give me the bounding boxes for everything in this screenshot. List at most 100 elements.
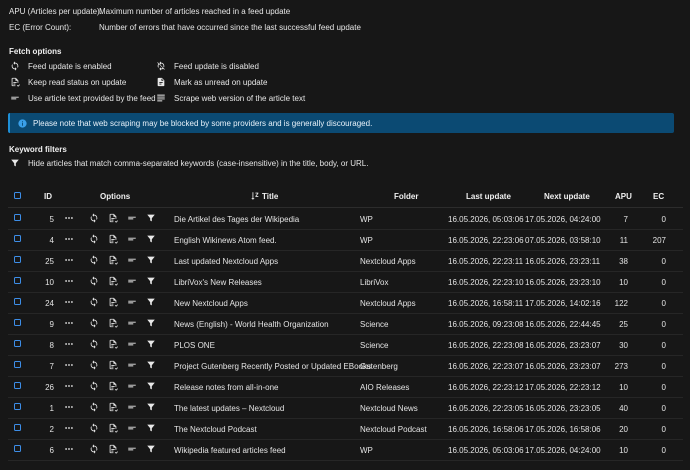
file-check-icon[interactable]	[108, 276, 118, 286]
row-checkbox[interactable]	[14, 340, 21, 347]
cell-title[interactable]: English Wikinews Atom feed.	[174, 236, 277, 245]
short-text-icon[interactable]	[127, 360, 137, 370]
short-text-icon[interactable]	[127, 318, 137, 328]
file-check-icon[interactable]	[108, 381, 118, 391]
row-checkbox[interactable]	[14, 298, 21, 305]
more-options-icon[interactable]	[64, 318, 74, 328]
table-row[interactable]: 8 PLOS ONE Science 16.05.2026, 22:23:08 16.0…	[8, 334, 683, 356]
row-checkbox[interactable]	[14, 403, 21, 410]
filter-icon[interactable]	[146, 255, 156, 265]
header-apu[interactable]: APU	[615, 192, 632, 201]
sync-icon[interactable]	[89, 402, 99, 412]
more-options-icon[interactable]	[64, 381, 74, 391]
more-options-icon[interactable]	[64, 234, 74, 244]
sync-icon[interactable]	[89, 318, 99, 328]
filter-icon[interactable]	[146, 360, 156, 370]
table-row[interactable]: 7 Project Gutenberg Recently Posted or Up…	[8, 355, 683, 377]
sort-alpha-icon[interactable]	[250, 191, 260, 201]
table-row[interactable]: 5 Die Artikel des Tages der Wikipedia WP 16…	[8, 208, 683, 230]
row-checkbox[interactable]	[14, 424, 21, 431]
cell-title[interactable]: LibriVox's New Releases	[174, 278, 262, 287]
row-checkbox[interactable]	[14, 319, 21, 326]
filter-icon[interactable]	[146, 423, 156, 433]
table-row[interactable]: 25 Last updated Nextcloud Apps Nextcloud A…	[8, 250, 683, 272]
filter-icon[interactable]	[146, 318, 156, 328]
sync-icon[interactable]	[89, 276, 99, 286]
more-options-icon[interactable]	[64, 360, 74, 370]
row-checkbox[interactable]	[14, 277, 21, 284]
header-last-update[interactable]: Last update	[466, 192, 511, 201]
header-id[interactable]: ID	[44, 192, 52, 201]
sync-icon[interactable]	[89, 234, 99, 244]
file-check-icon[interactable]	[108, 297, 118, 307]
sync-icon[interactable]	[89, 339, 99, 349]
row-checkbox[interactable]	[14, 214, 21, 221]
row-checkbox[interactable]	[14, 235, 21, 242]
table-row[interactable]: 1 The latest updates – Nextcloud Nextcloud…	[8, 397, 683, 419]
short-text-icon[interactable]	[127, 339, 137, 349]
filter-icon[interactable]	[146, 297, 156, 307]
short-text-icon[interactable]	[127, 255, 137, 265]
cell-title[interactable]: Release notes from all-in-one	[174, 383, 279, 392]
table-row[interactable]: 9 News (English) - World Health Organizat…	[8, 313, 683, 335]
sync-icon[interactable]	[89, 255, 99, 265]
sync-icon[interactable]	[89, 423, 99, 433]
table-row[interactable]: 26 Release notes from all-in-one AIO Relea…	[8, 376, 683, 398]
sync-icon[interactable]	[89, 297, 99, 307]
short-text-icon[interactable]	[127, 234, 137, 244]
filter-icon[interactable]	[146, 234, 156, 244]
row-checkbox[interactable]	[14, 382, 21, 389]
filter-icon[interactable]	[146, 339, 156, 349]
short-text-icon[interactable]	[127, 423, 137, 433]
cell-title[interactable]: The latest updates – Nextcloud	[174, 404, 284, 413]
file-check-icon[interactable]	[108, 318, 118, 328]
more-options-icon[interactable]	[64, 297, 74, 307]
short-text-icon[interactable]	[127, 213, 137, 223]
short-text-icon[interactable]	[127, 297, 137, 307]
short-text-icon[interactable]	[127, 402, 137, 412]
table-row[interactable]: 4 English Wikinews Atom feed. WP 16.05.2026…	[8, 229, 683, 251]
select-all-checkbox[interactable]	[14, 192, 21, 199]
more-options-icon[interactable]	[64, 276, 74, 286]
file-check-icon[interactable]	[108, 213, 118, 223]
file-check-icon[interactable]	[108, 255, 118, 265]
file-check-icon[interactable]	[108, 234, 118, 244]
cell-title[interactable]: The Nextcloud Podcast	[174, 425, 257, 434]
filter-icon[interactable]	[146, 276, 156, 286]
cell-title[interactable]: Wikipedia featured articles feed	[174, 446, 286, 455]
filter-icon[interactable]	[146, 213, 156, 223]
short-text-icon[interactable]	[127, 444, 137, 454]
cell-title[interactable]: News (English) - World Health Organizati…	[174, 320, 329, 329]
header-folder[interactable]: Folder	[394, 192, 418, 201]
filter-icon[interactable]	[146, 402, 156, 412]
file-check-icon[interactable]	[108, 360, 118, 370]
table-row[interactable]: 24 New Nextcloud Apps Nextcloud Apps 16.05.…	[8, 292, 683, 314]
more-options-icon[interactable]	[64, 339, 74, 349]
row-checkbox[interactable]	[14, 256, 21, 263]
table-row[interactable]: 2 The Nextcloud Podcast Nextcloud Podcast 1…	[8, 418, 683, 440]
filter-icon[interactable]	[146, 381, 156, 391]
cell-title[interactable]: PLOS ONE	[174, 341, 215, 350]
cell-title[interactable]: Project Gutenberg Recently Posted or Upd…	[174, 362, 371, 371]
row-checkbox[interactable]	[14, 445, 21, 452]
header-title[interactable]: Title	[262, 192, 278, 201]
cell-title[interactable]: Die Artikel des Tages der Wikipedia	[174, 215, 299, 224]
row-checkbox[interactable]	[14, 361, 21, 368]
more-options-icon[interactable]	[64, 255, 74, 265]
short-text-icon[interactable]	[127, 381, 137, 391]
sync-icon[interactable]	[89, 213, 99, 223]
more-options-icon[interactable]	[64, 423, 74, 433]
file-check-icon[interactable]	[108, 444, 118, 454]
header-next-update[interactable]: Next update	[544, 192, 590, 201]
file-check-icon[interactable]	[108, 402, 118, 412]
header-ec[interactable]: EC	[653, 192, 664, 201]
cell-title[interactable]: Last updated Nextcloud Apps	[174, 257, 278, 266]
short-text-icon[interactable]	[127, 276, 137, 286]
table-row[interactable]: 6 Wikipedia featured articles feed WP 16.05…	[8, 439, 683, 461]
more-options-icon[interactable]	[64, 213, 74, 223]
more-options-icon[interactable]	[64, 444, 74, 454]
file-check-icon[interactable]	[108, 423, 118, 433]
file-check-icon[interactable]	[108, 339, 118, 349]
cell-title[interactable]: New Nextcloud Apps	[174, 299, 248, 308]
table-row[interactable]: 10 LibriVox's New Releases LibriVox 16.05.2…	[8, 271, 683, 293]
